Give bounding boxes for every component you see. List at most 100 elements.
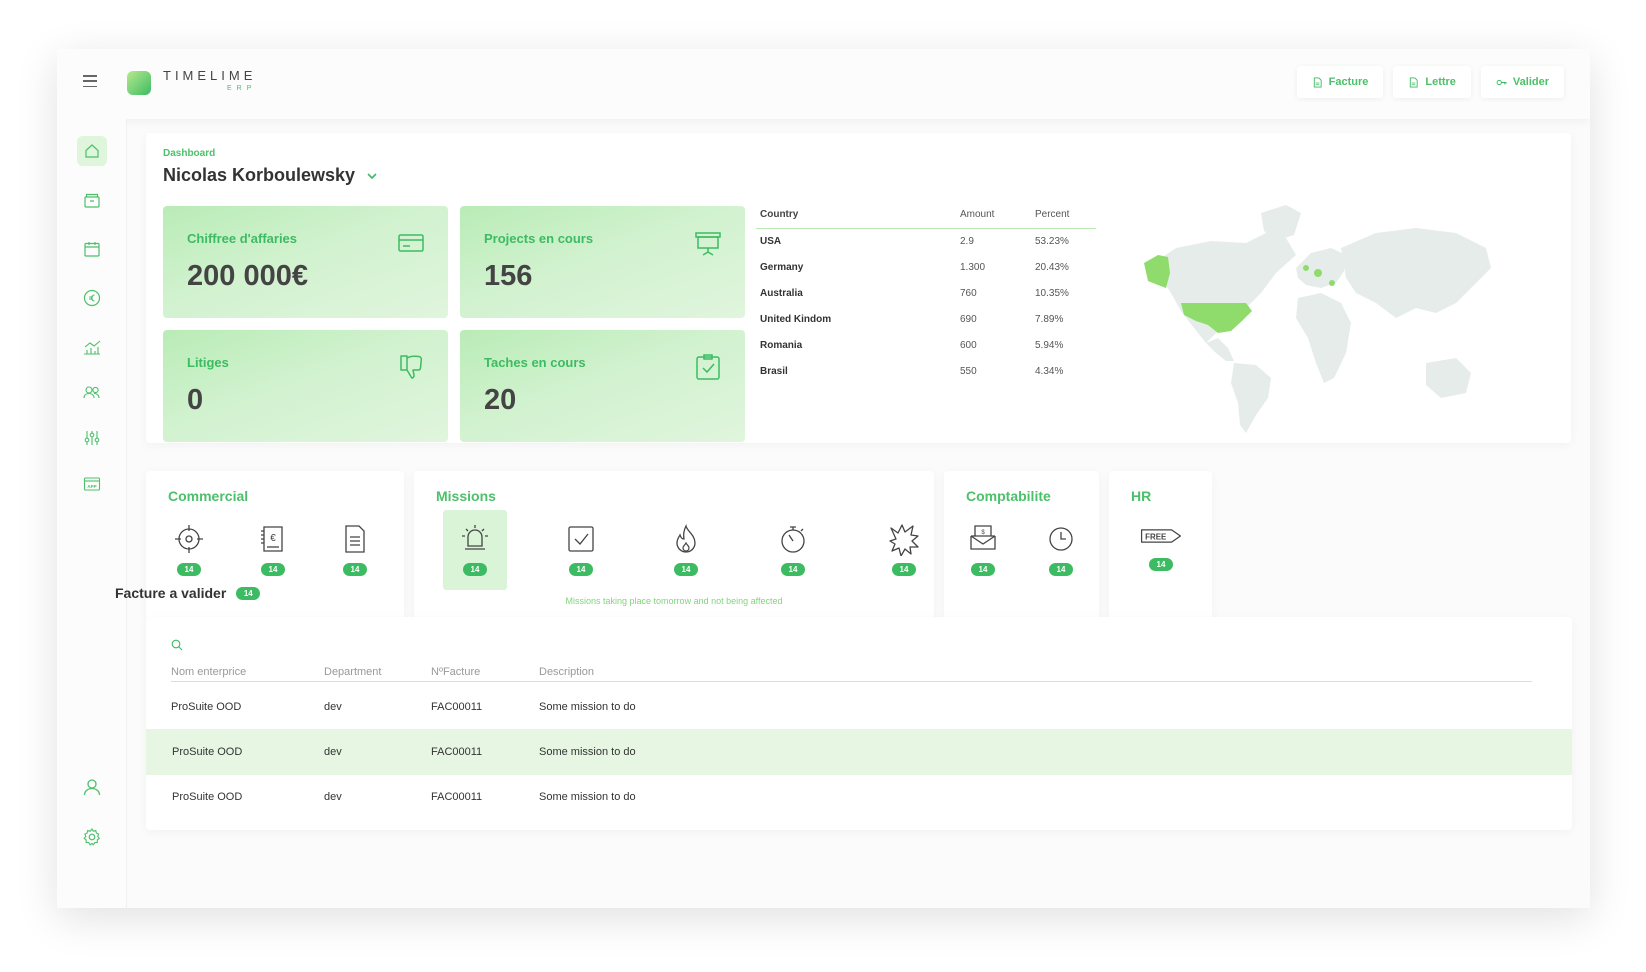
search-icon[interactable]: [171, 639, 183, 651]
user-name: Nicolas Korboulewsky: [163, 165, 356, 185]
table-row[interactable]: Romania 600 5.94%: [756, 333, 1096, 359]
column-header[interactable]: NºFacture: [431, 666, 480, 678]
document-icon: [1313, 76, 1322, 88]
map-uk[interactable]: [1303, 265, 1309, 271]
sidebar-item-calendar[interactable]: [77, 234, 107, 264]
sidebar-item-finance[interactable]: [77, 283, 107, 313]
table-row[interactable]: Germany 1.300 20.43%: [756, 255, 1096, 281]
stat-label: Projects en cours: [484, 231, 594, 246]
thumbs-down-icon: [400, 355, 423, 379]
country-cell: United Kindom: [760, 314, 832, 325]
missions-item-hot[interactable]: 14: [654, 510, 718, 590]
amount-cell: 550: [960, 366, 977, 377]
map-usa[interactable]: [1181, 303, 1252, 333]
sidebar-item-users[interactable]: [77, 377, 107, 407]
logo-text: TIMELIME: [163, 68, 257, 83]
missions-item-completed[interactable]: 14: [549, 510, 613, 590]
sidebar-item-home[interactable]: [77, 136, 107, 166]
map-alaska[interactable]: [1144, 255, 1170, 288]
sidebar-item-settings[interactable]: [77, 822, 107, 852]
commercial-item-targets[interactable]: 14: [157, 510, 221, 590]
percent-cell: 4.34%: [1035, 366, 1064, 377]
missions-item-conflicts[interactable]: 14: [872, 510, 936, 590]
top-actions: Facture Lettre Valider: [1296, 66, 1564, 98]
stat-card-revenue[interactable]: Chiffree d'affaries 200 000€: [163, 206, 448, 318]
map-romania[interactable]: [1329, 280, 1335, 286]
hr-item-free[interactable]: FREE 14: [1129, 513, 1193, 593]
stat-card-tasks[interactable]: Taches en cours 20: [460, 330, 745, 442]
file-icon: [345, 525, 365, 553]
user-selector[interactable]: Nicolas Korboulewsky: [163, 165, 379, 186]
map-australia[interactable]: [1426, 358, 1471, 398]
sidebar-item-archive[interactable]: [77, 185, 107, 215]
invoices-title: Facture a valider: [115, 585, 227, 601]
table-row[interactable]: ProSuite OOD dev FAC00011 Some mission t…: [146, 774, 1572, 820]
world-map[interactable]: [1136, 193, 1516, 438]
flame-icon: [676, 524, 696, 553]
dashboard-card: Dashboard Nicolas Korboulewsky Chiffree …: [146, 133, 1571, 443]
breadcrumb[interactable]: Dashboard: [163, 148, 215, 159]
sidebar-item-app[interactable]: APP: [77, 469, 107, 499]
svg-text:€: €: [270, 533, 276, 544]
hr-module: HR FREE 14: [1109, 471, 1212, 620]
map-asia[interactable]: [1341, 228, 1491, 318]
valider-button[interactable]: Valider: [1480, 66, 1564, 98]
presentation-icon: [695, 232, 721, 256]
count-badge: 14: [674, 563, 698, 576]
archive-icon: [84, 193, 100, 208]
comptabilite-module: Comptabilite $ 14 14: [944, 471, 1099, 620]
table-row[interactable]: Brasil 550 4.34%: [756, 359, 1096, 385]
column-header[interactable]: Nom enterprice: [171, 666, 246, 678]
module-title: Comptabilite: [966, 488, 1051, 504]
count-badge: 14: [177, 563, 201, 576]
invoices-table: Nom enterprice Department NºFacture Desc…: [146, 617, 1572, 830]
comptabilite-item-pending[interactable]: 14: [1029, 510, 1093, 590]
stat-value: 200 000€: [187, 260, 308, 292]
description-cell: Some mission to do: [539, 746, 636, 758]
column-header[interactable]: Description: [539, 666, 594, 678]
sidebar-item-analytics[interactable]: [77, 332, 107, 362]
table-row[interactable]: United Kindom 690 7.89%: [756, 307, 1096, 333]
company-cell: ProSuite OOD: [171, 701, 242, 713]
company-cell: ProSuite OOD: [172, 746, 243, 758]
country-table: Country Amount Percent USA 2.9 53.23% Ge…: [756, 203, 1096, 385]
free-tag-icon: FREE: [1140, 529, 1182, 543]
amount-cell: 2.9: [960, 236, 974, 247]
valider-label: Valider: [1512, 76, 1549, 88]
stat-card-litiges[interactable]: Litiges 0: [163, 330, 448, 442]
map-africa[interactable]: [1296, 293, 1351, 383]
facture-button[interactable]: Facture: [1296, 66, 1384, 98]
column-header[interactable]: Department: [324, 666, 381, 678]
menu-icon[interactable]: [83, 75, 97, 87]
count-badge: 14: [892, 563, 916, 576]
sidebar-item-settings-sliders[interactable]: [77, 423, 107, 453]
map-central-america[interactable]: [1206, 338, 1234, 361]
count-badge: 14: [1149, 558, 1173, 571]
table-row[interactable]: ProSuite OOD dev FAC00011 Some mission t…: [146, 729, 1572, 775]
table-row[interactable]: USA 2.9 53.23%: [756, 229, 1096, 256]
count-badge: 14: [781, 563, 805, 576]
country-cell: USA: [760, 236, 782, 247]
top-bar: TIMELIME ERP Facture Lettre Valider: [57, 49, 1590, 119]
clipboard-check-icon: [696, 354, 720, 380]
commercial-item-quotes[interactable]: € 14: [241, 510, 305, 590]
lettre-button[interactable]: Lettre: [1393, 66, 1471, 98]
table-row[interactable]: Australia 760 10.35%: [756, 281, 1096, 307]
commercial-item-documents[interactable]: 14: [323, 510, 387, 590]
stat-value: 20: [484, 384, 517, 416]
department-cell: dev: [324, 701, 342, 713]
percent-cell: 53.23%: [1035, 236, 1069, 247]
document-icon: [1410, 76, 1418, 88]
table-row[interactable]: ProSuite OOD dev FAC00011 Some mission t…: [146, 684, 1572, 730]
missions-item-timed[interactable]: 14: [761, 510, 825, 590]
count-badge: 14: [1049, 563, 1073, 576]
logo[interactable]: TIMELIME ERP: [127, 69, 256, 96]
stat-card-projects[interactable]: Projects en cours 156: [460, 206, 745, 318]
sidebar-item-profile[interactable]: [77, 772, 107, 802]
missions-item-urgent[interactable]: 14: [443, 510, 507, 590]
bill-icon: $: [970, 525, 996, 550]
map-south-america[interactable]: [1231, 363, 1271, 433]
map-germany[interactable]: [1314, 269, 1322, 277]
credit-card-icon: [398, 234, 424, 252]
comptabilite-item-bills[interactable]: $ 14: [951, 510, 1015, 590]
